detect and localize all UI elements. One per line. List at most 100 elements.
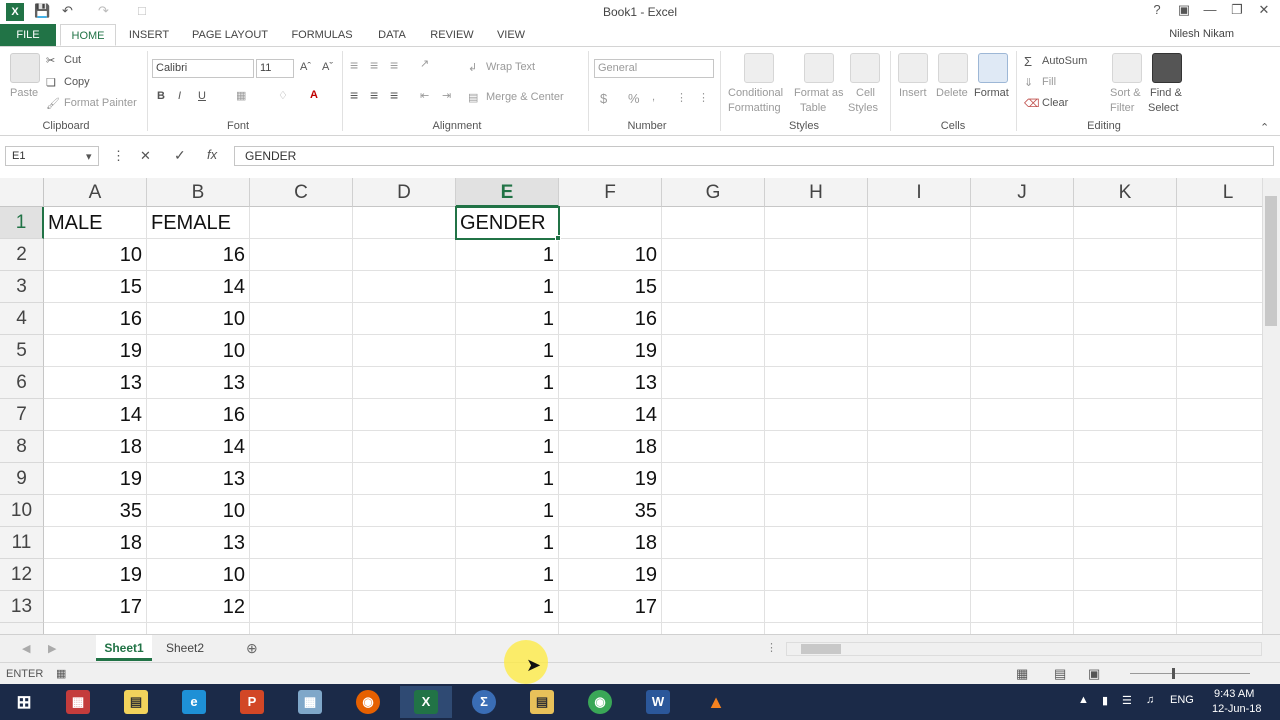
format-as-table-button-line2[interactable]: Table xyxy=(800,102,826,114)
cell-i1[interactable] xyxy=(868,207,971,239)
cell-i7[interactable] xyxy=(868,399,971,431)
cell-c3[interactable] xyxy=(250,271,353,303)
cell-l4[interactable] xyxy=(1177,303,1262,335)
clock-time[interactable]: 9:43 AM xyxy=(1214,688,1254,700)
page-layout-view-icon[interactable]: ▤ xyxy=(1054,666,1066,682)
cell-k14[interactable] xyxy=(1074,623,1177,634)
column-header-h[interactable]: H xyxy=(765,178,868,207)
cell-c13[interactable] xyxy=(250,591,353,623)
cell-e1[interactable]: GENDER xyxy=(456,207,559,239)
cell-i11[interactable] xyxy=(868,527,971,559)
cell-a2[interactable]: 10 xyxy=(44,239,147,271)
cell-i14[interactable] xyxy=(868,623,971,634)
row-header[interactable]: 5 xyxy=(0,335,44,367)
cell-k10[interactable] xyxy=(1074,495,1177,527)
autosum-button[interactable]: AutoSum xyxy=(1042,55,1087,67)
cut-icon[interactable]: ✂ xyxy=(46,54,55,67)
cell-j3[interactable] xyxy=(971,271,1074,303)
number-format-select[interactable]: General xyxy=(594,59,714,78)
cell-l11[interactable] xyxy=(1177,527,1262,559)
cell-a12[interactable]: 19 xyxy=(44,559,147,591)
cell-c2[interactable] xyxy=(250,239,353,271)
font-color-icon[interactable]: A xyxy=(310,89,318,101)
cell-e9[interactable]: 1 xyxy=(456,463,559,495)
cell-b5[interactable]: 10 xyxy=(147,335,250,367)
cell-j1[interactable] xyxy=(971,207,1074,239)
fill-icon[interactable]: ⇓ xyxy=(1024,76,1033,89)
row-header[interactable]: 9 xyxy=(0,463,44,495)
paste-icon[interactable] xyxy=(10,53,40,83)
cell-i3[interactable] xyxy=(868,271,971,303)
cell-b1[interactable]: FEMALE xyxy=(147,207,250,239)
cell-b11[interactable]: 13 xyxy=(147,527,250,559)
cell-i13[interactable] xyxy=(868,591,971,623)
cell-l1[interactable] xyxy=(1177,207,1262,239)
cell-k9[interactable] xyxy=(1074,463,1177,495)
cell-f4[interactable]: 16 xyxy=(559,303,662,335)
cell-e10[interactable]: 1 xyxy=(456,495,559,527)
find-select-button-line2[interactable]: Select xyxy=(1148,102,1179,114)
cell-i2[interactable] xyxy=(868,239,971,271)
name-box-dropdown-icon[interactable]: ▾ xyxy=(86,150,92,163)
column-header-k[interactable]: K xyxy=(1074,178,1177,207)
cell-g5[interactable] xyxy=(662,335,765,367)
cell-g9[interactable] xyxy=(662,463,765,495)
grow-font-icon[interactable]: Aˆ xyxy=(300,61,311,73)
cell-j8[interactable] xyxy=(971,431,1074,463)
cell-h1[interactable] xyxy=(765,207,868,239)
cell-g1[interactable] xyxy=(662,207,765,239)
cell-f14[interactable] xyxy=(559,623,662,634)
cell-e4[interactable]: 1 xyxy=(456,303,559,335)
row-header[interactable]: 6 xyxy=(0,367,44,399)
binoculars-icon[interactable] xyxy=(1152,53,1182,83)
cell-c8[interactable] xyxy=(250,431,353,463)
cell-b12[interactable]: 10 xyxy=(147,559,250,591)
cell-f3[interactable]: 15 xyxy=(559,271,662,303)
format-painter-button[interactable]: Format Painter xyxy=(64,97,137,109)
cell-b8[interactable]: 14 xyxy=(147,431,250,463)
cell-g3[interactable] xyxy=(662,271,765,303)
tab-file[interactable]: FILE xyxy=(0,24,56,46)
cell-i9[interactable] xyxy=(868,463,971,495)
tab-split-icon[interactable]: ⋮ xyxy=(766,641,777,654)
taskbar-app-notepad[interactable]: ▤ xyxy=(110,686,162,718)
copy-icon[interactable]: ❏ xyxy=(46,76,56,89)
cell-a14[interactable] xyxy=(44,623,147,634)
decrease-decimal-icon[interactable]: ⋮ xyxy=(698,91,709,104)
cell-b13[interactable]: 12 xyxy=(147,591,250,623)
normal-view-icon[interactable]: ▦ xyxy=(1016,666,1028,682)
column-header-g[interactable]: G xyxy=(662,178,765,207)
format-cells-button[interactable]: Format xyxy=(974,87,1009,99)
cell-e8[interactable]: 1 xyxy=(456,431,559,463)
underline-button[interactable]: U xyxy=(198,90,206,102)
language-indicator[interactable]: ENG xyxy=(1170,694,1194,706)
taskbar-app-chrome[interactable]: ◉ xyxy=(574,686,626,718)
cell-b7[interactable]: 16 xyxy=(147,399,250,431)
cell-a8[interactable]: 18 xyxy=(44,431,147,463)
cell-d2[interactable] xyxy=(353,239,456,271)
cell-h12[interactable] xyxy=(765,559,868,591)
horizontal-scrollbar[interactable] xyxy=(786,642,1262,656)
cell-l5[interactable] xyxy=(1177,335,1262,367)
column-header-e[interactable]: E xyxy=(456,178,559,207)
cell-a4[interactable]: 16 xyxy=(44,303,147,335)
delete-cells-button[interactable]: Delete xyxy=(936,87,968,99)
cell-j4[interactable] xyxy=(971,303,1074,335)
format-as-table-button[interactable]: Format as xyxy=(794,87,844,99)
taskbar-app-word[interactable]: W xyxy=(632,686,684,718)
cell-d7[interactable] xyxy=(353,399,456,431)
cell-j5[interactable] xyxy=(971,335,1074,367)
orientation-icon[interactable]: ↗ xyxy=(420,57,429,70)
cell-i5[interactable] xyxy=(868,335,971,367)
cell-j9[interactable] xyxy=(971,463,1074,495)
row-header[interactable]: 3 xyxy=(0,271,44,303)
cell-h8[interactable] xyxy=(765,431,868,463)
wrap-text-button[interactable]: Wrap Text xyxy=(486,61,535,73)
taskbar-app-ie[interactable]: e xyxy=(168,686,220,718)
wrap-text-icon[interactable]: ↲ xyxy=(468,61,477,74)
cell-l7[interactable] xyxy=(1177,399,1262,431)
taskbar-app-calculator[interactable]: ▦ xyxy=(284,686,336,718)
column-header-a[interactable]: A xyxy=(44,178,147,207)
cell-g13[interactable] xyxy=(662,591,765,623)
cell-c1[interactable] xyxy=(250,207,353,239)
